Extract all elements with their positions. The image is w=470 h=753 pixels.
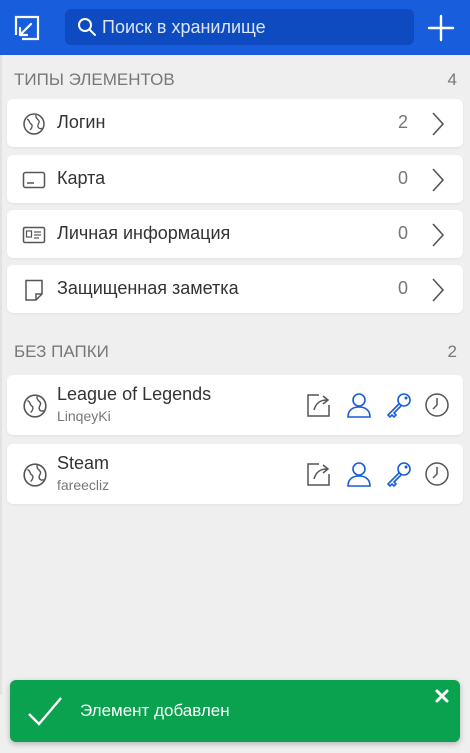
type-row-identity[interactable]: Личная информация 0 [7, 210, 463, 258]
types-section-header: ТИПЫ ЭЛЕМЕНТОВ 4 [14, 68, 457, 92]
close-icon[interactable] [434, 688, 450, 704]
check-icon [28, 697, 62, 726]
popout-icon[interactable] [14, 13, 42, 41]
type-row-login[interactable]: Логин 2 [7, 99, 463, 147]
type-row-card[interactable]: Карта 0 [7, 155, 463, 203]
chevron-right-icon [432, 278, 445, 302]
history-icon[interactable] [423, 460, 451, 488]
copy-username-icon[interactable] [345, 460, 373, 488]
success-toast: Элемент добавлен [10, 680, 460, 742]
history-icon[interactable] [423, 391, 451, 419]
item-username: fareecliz [57, 477, 110, 493]
search-icon [78, 18, 96, 36]
type-label: Логин [57, 112, 106, 132]
chevron-right-icon [432, 168, 445, 192]
type-label: Карта [57, 168, 106, 188]
types-section-count: 4 [447, 70, 457, 89]
toast-message: Элемент добавлен [80, 701, 230, 720]
nofolder-section-count: 2 [447, 342, 457, 361]
item-username: LinqeyKi [57, 408, 111, 424]
type-label: Личная информация [57, 223, 231, 243]
types-section-title: ТИПЫ ЭЛЕМЕНТОВ [14, 70, 175, 89]
add-item-button[interactable] [427, 14, 455, 42]
top-bar [0, 0, 470, 55]
chevron-right-icon [432, 223, 445, 247]
type-count: 0 [397, 223, 408, 243]
vault-item-league-of-legends[interactable]: League of Legends LinqeyKi [7, 375, 463, 435]
launch-icon[interactable] [305, 460, 333, 488]
item-name: Steam [57, 453, 110, 473]
nofolder-section-title: БЕЗ ПАПКИ [14, 342, 109, 361]
type-count: 0 [397, 168, 408, 188]
globe-icon [23, 113, 45, 135]
launch-icon[interactable] [305, 391, 333, 419]
globe-icon [23, 394, 47, 418]
type-row-secure-note[interactable]: Защищенная заметка 0 [7, 265, 463, 313]
search-box[interactable] [65, 9, 414, 45]
chevron-right-icon [432, 112, 445, 136]
id-card-icon [22, 226, 46, 244]
nofolder-section-header: БЕЗ ПАПКИ 2 [14, 340, 457, 364]
vault-item-steam[interactable]: Steam fareecliz [7, 444, 463, 504]
type-count: 2 [397, 112, 408, 132]
copy-username-icon[interactable] [345, 391, 373, 419]
credit-card-icon [22, 171, 46, 189]
copy-password-icon[interactable] [385, 391, 413, 419]
search-input[interactable] [102, 12, 402, 42]
note-icon [25, 279, 43, 301]
copy-password-icon[interactable] [385, 460, 413, 488]
type-count: 0 [397, 278, 408, 298]
window-edge [0, 55, 2, 695]
globe-icon [23, 463, 47, 487]
type-label: Защищенная заметка [57, 278, 239, 298]
item-name: League of Legends [57, 384, 212, 404]
